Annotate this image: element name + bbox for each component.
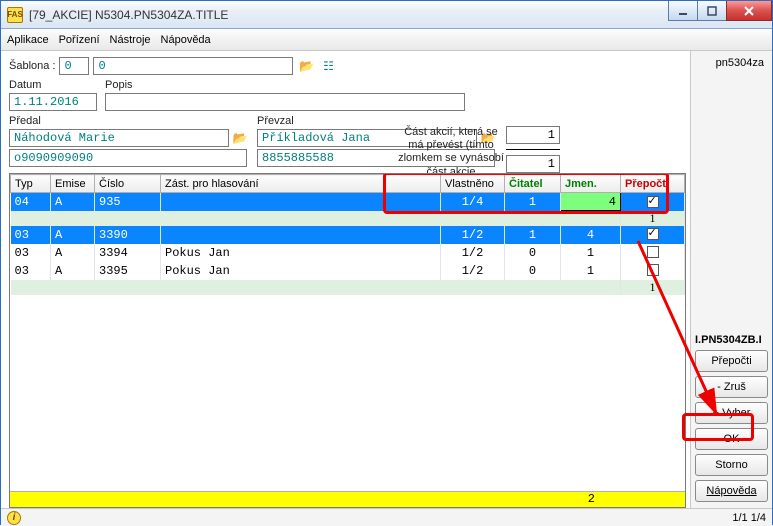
popis-field[interactable] (105, 93, 465, 111)
menu-nastroje[interactable]: Nástroje (110, 34, 151, 46)
info-icon[interactable]: i (7, 511, 21, 525)
maximize-button[interactable] (697, 1, 727, 21)
napoveda-button[interactable]: Nápověda (695, 480, 768, 502)
predal-num-field[interactable] (9, 149, 247, 167)
close-button[interactable] (726, 1, 772, 21)
predal-name-field[interactable] (9, 129, 229, 147)
predal-label: Předal (9, 115, 249, 127)
th-zast[interactable]: Zást. pro hlasování (161, 175, 441, 193)
table-row[interactable]: 03A3395Pokus Jan1/201 (11, 262, 685, 280)
shares-table[interactable]: Typ Emise Číslo Zást. pro hlasování Vlas… (9, 173, 686, 508)
table-row[interactable]: 1 (11, 280, 685, 295)
th-emise[interactable]: Emise (51, 175, 95, 193)
datum-label: Datum (9, 79, 97, 91)
ok-button[interactable]: OK (695, 428, 768, 450)
fraction-denominator[interactable] (506, 155, 560, 173)
list-icon[interactable]: ☷ (319, 57, 337, 75)
checkbox-icon[interactable] (647, 228, 659, 240)
folder-icon[interactable]: 📂 (231, 129, 249, 147)
sablona-field-2[interactable] (93, 57, 293, 75)
popis-label: Popis (105, 79, 686, 91)
storno-button[interactable]: Storno (695, 454, 768, 476)
th-citatel[interactable]: Čitatel (505, 175, 561, 193)
sablona-field-1[interactable] (59, 57, 89, 75)
table-row[interactable]: 04A9351/414 (11, 193, 685, 211)
table-row[interactable]: 03A33901/214 (11, 226, 685, 244)
checkbox-icon[interactable] (647, 246, 659, 258)
prepocti-button[interactable]: Přepočti (695, 350, 768, 372)
titlebar: FAS [79_AKCIE] N5304.PN5304ZA.TITLE (1, 1, 772, 29)
window-title: [79_AKCIE] N5304.PN5304ZA.TITLE (29, 8, 228, 22)
th-prepocti[interactable]: Přepočti (621, 175, 685, 193)
fraction-numerator[interactable] (506, 126, 560, 144)
th-typ[interactable]: Typ (11, 175, 51, 193)
menu-aplikace[interactable]: Aplikace (7, 34, 49, 46)
vyber-button[interactable]: + Vyber (695, 402, 768, 424)
zrus-button[interactable]: - Zruš (695, 376, 768, 398)
sidebar: pn5304za I.PN5304ZB.I Přepočti - Zruš + … (690, 51, 772, 508)
table-row[interactable]: 1 (11, 211, 685, 226)
th-vlastneno[interactable]: Vlastněno (441, 175, 505, 193)
th-cislo[interactable]: Číslo (95, 175, 161, 193)
table-footer-count: 2 (10, 491, 685, 507)
sablona-label: Šablona : (9, 60, 55, 72)
menubar: Aplikace Pořízení Nástroje Nápověda (1, 29, 772, 51)
side-code: pn5304za (695, 57, 768, 69)
minimize-button[interactable] (668, 1, 698, 21)
th-jmen[interactable]: Jmen. (561, 175, 621, 193)
app-icon: FAS (7, 7, 23, 23)
checkbox-icon[interactable] (647, 264, 659, 276)
datum-field[interactable] (9, 93, 97, 111)
open-folder-icon[interactable]: 📂 (297, 57, 315, 75)
checkbox-icon[interactable] (647, 196, 659, 208)
menu-napoveda[interactable]: Nápověda (161, 34, 211, 46)
menu-porizeni[interactable]: Pořízení (59, 34, 100, 46)
side-subcode: I.PN5304ZB.I (695, 334, 768, 346)
table-row[interactable]: 03A3394Pokus Jan1/201 (11, 244, 685, 262)
status-right: 1/1 1/4 (732, 512, 766, 524)
statusbar: i 1/1 1/4 (1, 508, 772, 526)
